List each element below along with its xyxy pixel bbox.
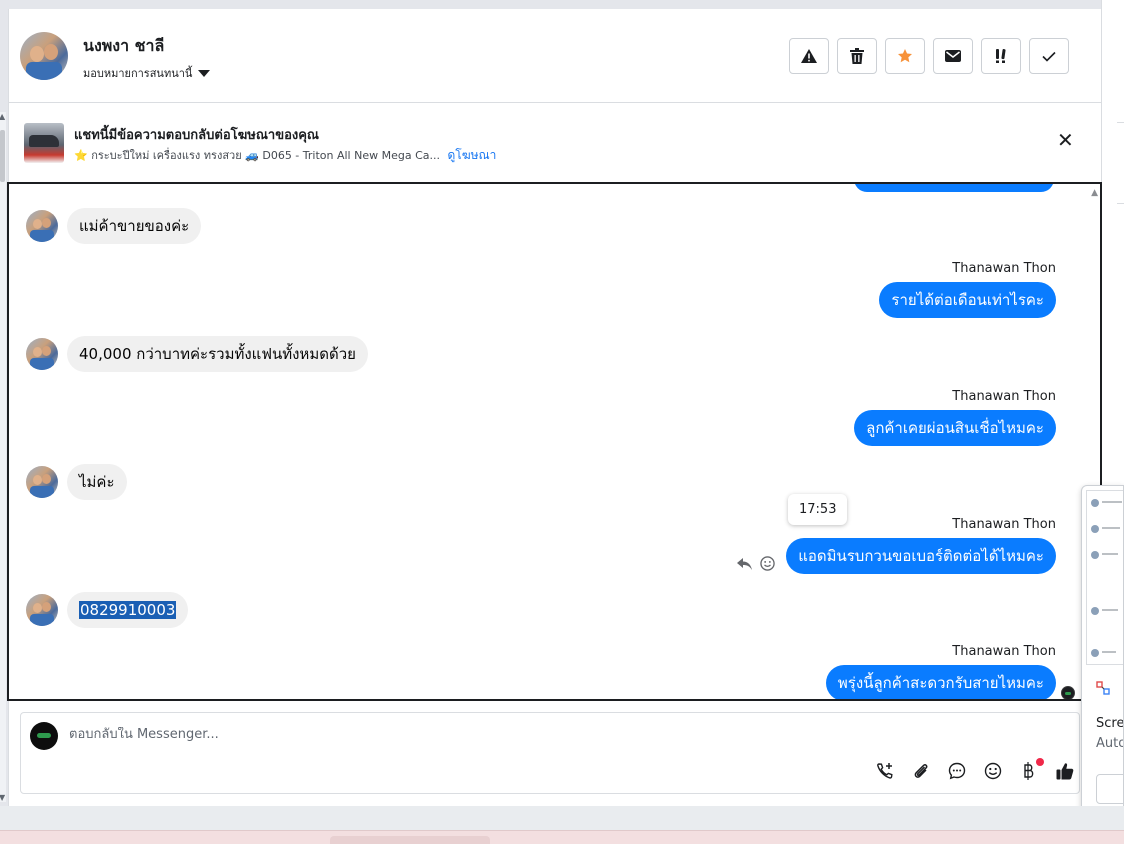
assign-label: มอบหมายการสนทนานี้ (83, 67, 193, 80)
incoming-message: ไม่ค่ะ (26, 464, 127, 500)
scroll-up-arrow-icon[interactable]: ▲ (0, 112, 5, 121)
warning-icon (801, 49, 817, 63)
popup-subtitle: Auto (1096, 736, 1124, 751)
incoming-message: 0829910003 (26, 592, 189, 628)
message-thread[interactable]: ▲ แม่ค้าขายของค่ะ Thanawan Thon รายได้ต่… (7, 182, 1102, 701)
call-add-button[interactable] (873, 759, 897, 783)
reply-composer (20, 712, 1080, 794)
react-emoji-icon[interactable] (760, 556, 775, 571)
incoming-bubble[interactable]: แม่ค้าขายของค่ะ (67, 208, 202, 244)
incoming-bubble[interactable]: ไม่ค่ะ (67, 464, 127, 500)
outgoing-message: Thanawan Thon ลูกค้าเคยผ่อนสินเชื่อไหมคะ (854, 389, 1056, 446)
ad-thumbnail[interactable] (24, 123, 64, 163)
outgoing-message: Thanawan Thon รายได้ต่อเดือนเท่าไรคะ (879, 261, 1056, 318)
attachment-button[interactable] (909, 759, 933, 783)
page-avatar (30, 722, 58, 750)
message-input[interactable] (69, 727, 969, 742)
outgoing-bubble[interactable]: รายได้ต่อเดือนเท่าไรคะ (879, 282, 1056, 318)
scrollbar-thumb[interactable] (0, 130, 5, 182)
seen-indicator-avatar (1061, 686, 1075, 699)
incoming-message: 40,000 กว่าบาทค่ะรวมทั้งแฟนทั้งหมดด้วย (26, 336, 368, 372)
emoji-icon (984, 762, 1002, 780)
like-icon (1056, 763, 1074, 780)
snip-tool-icon (1096, 681, 1110, 695)
notification-dot (1036, 758, 1044, 766)
browser-tab[interactable] (330, 836, 490, 844)
selected-phone-number[interactable]: 0829910003 (79, 601, 177, 619)
follow-up-button[interactable] (981, 38, 1021, 74)
contact-name[interactable]: นงพงา ชาลี (83, 34, 164, 59)
ad-description: กระบะปีใหม่ เครื่องแรง ทรงสวย 🚙 D065 - T… (91, 149, 440, 162)
sender-name: Thanawan Thon (952, 389, 1056, 404)
emoji-button[interactable] (981, 759, 1005, 783)
like-button[interactable] (1053, 759, 1077, 783)
popup-action-button[interactable] (1096, 774, 1123, 804)
saved-replies-button[interactable] (945, 759, 969, 783)
close-icon[interactable]: ✕ (1057, 130, 1074, 150)
chat-bubble-icon (948, 762, 966, 780)
taskbar-strip (0, 806, 1124, 844)
contact-avatar[interactable] (26, 466, 58, 498)
star-emoji-icon: ⭐ (74, 149, 88, 162)
rail-divider (1117, 203, 1124, 204)
caret-down-icon (198, 69, 211, 77)
incoming-bubble[interactable]: 0829910003 (67, 592, 189, 628)
attachment-icon (914, 764, 928, 778)
banner-title: แชทนี้มีข้อความตอบกลับต่อโฆษณาของคุณ (74, 128, 319, 143)
check-icon (1042, 51, 1056, 62)
contact-avatar[interactable] (26, 210, 58, 242)
outgoing-bubble[interactable]: แอดมินรบกวนขอเบอร์ติดต่อได้ไหมคะ (786, 538, 1056, 574)
left-scrollbar[interactable]: ▲ ▼ (0, 112, 6, 802)
incoming-message: แม่ค้าขายของค่ะ (26, 208, 202, 244)
trash-icon (850, 48, 864, 64)
reply-icon[interactable] (737, 557, 752, 570)
composer-tools (873, 758, 1077, 783)
contact-avatar[interactable] (26, 338, 58, 370)
header-actions (789, 38, 1069, 74)
mark-done-button[interactable] (1029, 38, 1069, 74)
star-button[interactable] (885, 38, 925, 74)
sender-name: Thanawan Thon (952, 261, 1056, 276)
screen-capture-popup[interactable]: Scree Auto (1081, 485, 1124, 820)
scroll-up-arrow-icon[interactable]: ▲ (1091, 188, 1098, 198)
sender-name: Thanawan Thon (952, 644, 1056, 659)
scroll-down-arrow-icon[interactable]: ▼ (0, 793, 5, 802)
sender-name: Thanawan Thon (952, 517, 1056, 532)
outgoing-bubble[interactable]: พรุ่งนี้ลูกค้าสะดวกรับสายไหมคะ (825, 665, 1056, 699)
page: ▲ ▼ นงพงา ชาลี มอบหมายการสนทนานี้ แชทนี้… (0, 0, 1124, 844)
mark-unread-button[interactable] (933, 38, 973, 74)
mark-spam-button[interactable] (789, 38, 829, 74)
outgoing-message: Thanawan Thon พรุ่งนี้ลูกค้าสะดวกรับสายไ… (825, 644, 1056, 699)
outgoing-bubble-partial (854, 184, 1054, 192)
popup-title: Scree (1096, 716, 1124, 731)
rail-divider (1117, 122, 1124, 123)
outgoing-message: Thanawan Thon แอดมินรบกวนขอเบอร์ติดต่อได… (786, 517, 1056, 574)
star-icon (898, 49, 912, 63)
payment-button[interactable] (1017, 758, 1044, 783)
delete-button[interactable] (837, 38, 877, 74)
incoming-bubble[interactable]: 40,000 กว่าบาทค่ะรวมทั้งแฟนทั้งหมดด้วย (67, 336, 368, 372)
contact-avatar[interactable] (26, 594, 58, 626)
contact-avatar[interactable] (20, 32, 68, 80)
browser-tab-bar (0, 830, 1124, 844)
conversation-header: นงพงา ชาลี มอบหมายการสนทนานี้ (8, 8, 1101, 103)
call-add-icon (877, 763, 893, 779)
mail-icon (945, 50, 961, 62)
priority-icon (996, 49, 1006, 63)
message-hover-actions (737, 556, 775, 571)
ad-reply-banner: แชทนี้มีข้อความตอบกลับต่อโฆษณาของคุณ ⭐ ก… (8, 103, 1101, 183)
banner-description: ⭐ กระบะปีใหม่ เครื่องแรง ทรงสวย 🚙 D065 -… (74, 146, 496, 165)
capture-preview (1086, 490, 1123, 665)
outgoing-bubble[interactable]: ลูกค้าเคยผ่อนสินเชื่อไหมคะ (854, 410, 1056, 446)
view-ad-link[interactable]: ดูโฆษณา (447, 148, 496, 162)
assign-conversation-dropdown[interactable]: มอบหมายการสนทนานี้ (83, 64, 211, 82)
baht-icon (1024, 762, 1034, 780)
